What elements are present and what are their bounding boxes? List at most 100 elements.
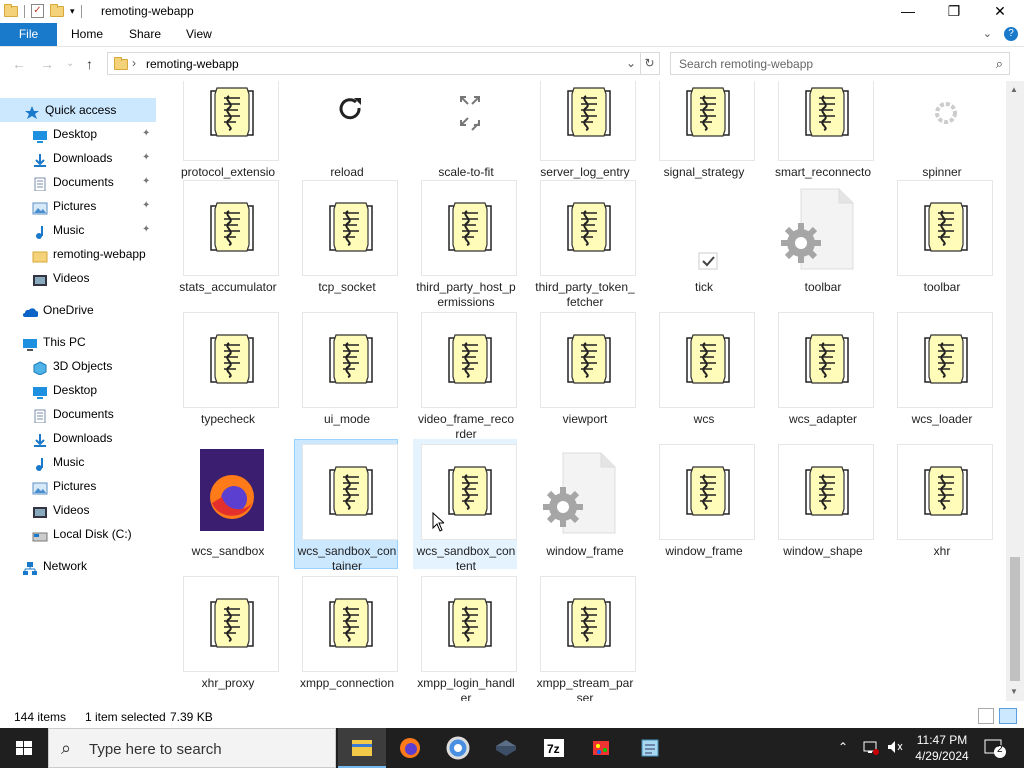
recent-locations-button[interactable]: ⌄ bbox=[66, 58, 74, 69]
file-item[interactable]: window_shape bbox=[773, 444, 877, 574]
nav-item-downloads[interactable]: Downloads ✦ bbox=[0, 146, 156, 170]
breadcrumb[interactable]: remoting-webapp bbox=[146, 57, 239, 71]
expand-ribbon-icon[interactable]: ⌄ bbox=[983, 27, 992, 41]
tray-chevron-icon[interactable]: ⌃ bbox=[838, 740, 848, 780]
file-item[interactable]: spinner bbox=[892, 81, 996, 195]
file-item[interactable]: viewport bbox=[535, 312, 639, 442]
forward-button[interactable]: → bbox=[40, 56, 54, 72]
tab-share[interactable]: Share bbox=[115, 23, 175, 46]
file-item[interactable]: wcs_sandbox bbox=[178, 444, 282, 574]
file-item[interactable]: server_log_entry bbox=[535, 81, 639, 195]
file-item[interactable]: window_frame bbox=[654, 444, 758, 574]
file-item[interactable]: third_party_token_fetcher bbox=[535, 180, 639, 310]
videos-icon bbox=[32, 271, 48, 286]
paint-icon[interactable] bbox=[578, 728, 626, 768]
nav-item-pc-music[interactable]: Music bbox=[0, 450, 156, 474]
help-icon[interactable]: ? bbox=[1004, 27, 1018, 41]
vertical-scrollbar[interactable]: ▲ ▼ bbox=[1006, 81, 1024, 701]
properties-icon[interactable]: ✓ bbox=[31, 4, 44, 18]
file-item[interactable]: signal_strategy bbox=[654, 81, 758, 195]
nav-item-music[interactable]: Music ✦ bbox=[0, 218, 156, 242]
maximize-button[interactable]: ❐ bbox=[931, 0, 977, 23]
file-item[interactable]: protocol_extension_manager bbox=[178, 81, 282, 195]
scroll-down-icon[interactable]: ▼ bbox=[1010, 687, 1018, 696]
customize-toolbar-icon[interactable]: ▾ bbox=[70, 6, 75, 17]
nav-item-pc-downloads[interactable]: Downloads bbox=[0, 426, 156, 450]
notepad-icon[interactable] bbox=[626, 728, 674, 768]
file-item[interactable]: scale-to-fit bbox=[416, 81, 520, 195]
nav-item-videos[interactable]: Videos bbox=[0, 266, 156, 290]
file-item[interactable]: ui_mode bbox=[297, 312, 401, 442]
scroll-up-icon[interactable]: ▲ bbox=[1010, 85, 1018, 94]
nav-item-this-pc[interactable]: This PC bbox=[0, 330, 156, 354]
taskbar-search[interactable]: ⌕ Type here to search bbox=[48, 728, 336, 768]
nav-item-pc-desktop[interactable]: Desktop bbox=[0, 378, 156, 402]
scrollbar-thumb[interactable] bbox=[1010, 557, 1020, 681]
nav-item-pc-3d-objects[interactable]: 3D Objects bbox=[0, 354, 156, 378]
file-item[interactable]: tick bbox=[654, 180, 758, 310]
tab-view[interactable]: View bbox=[172, 23, 226, 46]
file-item[interactable]: wcs_sandbox_content bbox=[413, 439, 520, 574]
nav-item-remoting-webapp[interactable]: remoting-webapp bbox=[0, 242, 156, 266]
chrome-icon[interactable] bbox=[434, 728, 482, 768]
window-title: remoting-webapp bbox=[101, 4, 194, 18]
file-item[interactable]: wcs_adapter bbox=[773, 312, 877, 442]
file-item[interactable]: wcs bbox=[654, 312, 758, 442]
script-icon bbox=[924, 334, 968, 384]
network-icon bbox=[22, 559, 38, 575]
nav-item-pc-videos[interactable]: Videos bbox=[0, 498, 156, 522]
file-item[interactable]: xmpp_stream_parser bbox=[535, 576, 639, 701]
search-input[interactable]: Search remoting-webapp ⌕ bbox=[670, 52, 1010, 75]
firefox-icon[interactable] bbox=[386, 728, 434, 768]
large-icons-view-icon[interactable] bbox=[999, 708, 1017, 724]
7zip-icon[interactable]: 7z bbox=[530, 728, 578, 768]
nav-item-onedrive[interactable]: OneDrive bbox=[0, 298, 156, 322]
nav-item-pictures[interactable]: Pictures ✦ bbox=[0, 194, 156, 218]
tab-file[interactable]: File bbox=[0, 23, 57, 46]
up-button[interactable]: ↑ bbox=[86, 56, 93, 72]
file-explorer-icon[interactable] bbox=[338, 728, 386, 768]
nav-item-network[interactable]: Network bbox=[0, 554, 156, 578]
nav-item-quick-access[interactable]: Quick access bbox=[0, 98, 156, 122]
minimize-button[interactable]: — bbox=[885, 0, 931, 23]
virtualbox-icon[interactable] bbox=[482, 728, 530, 768]
file-item[interactable]: wcs_sandbox_container bbox=[294, 439, 401, 574]
file-thumbnail bbox=[421, 81, 517, 161]
nav-item-documents[interactable]: Documents ✦ bbox=[0, 170, 156, 194]
file-item[interactable]: tcp_socket bbox=[297, 180, 401, 310]
network-icon[interactable] bbox=[862, 739, 880, 779]
file-item[interactable]: wcs_loader bbox=[892, 312, 996, 442]
back-button[interactable]: ← bbox=[12, 56, 26, 72]
start-button[interactable] bbox=[0, 728, 48, 768]
file-item[interactable]: third_party_host_permissions bbox=[416, 180, 520, 310]
file-item[interactable]: smart_reconnector bbox=[773, 81, 877, 195]
refresh-button[interactable]: ↻ bbox=[640, 52, 660, 75]
file-item[interactable]: toolbar bbox=[773, 180, 877, 310]
details-view-icon[interactable] bbox=[978, 708, 994, 724]
close-button[interactable]: ✕ bbox=[977, 0, 1023, 23]
nav-item-pc-pictures[interactable]: Pictures bbox=[0, 474, 156, 498]
volume-icon[interactable] bbox=[886, 739, 904, 779]
file-item[interactable]: typecheck bbox=[178, 312, 282, 442]
file-item[interactable]: xmpp_connection bbox=[297, 576, 401, 701]
new-folder-icon[interactable] bbox=[50, 3, 64, 17]
file-item[interactable]: video_frame_recorder bbox=[416, 312, 520, 442]
nav-item-desktop[interactable]: Desktop ✦ bbox=[0, 122, 156, 146]
file-item[interactable]: xhr bbox=[892, 444, 996, 574]
address-dropdown-icon[interactable]: ⌄ bbox=[626, 56, 636, 70]
search-icon: ⌕ bbox=[995, 56, 1003, 71]
file-item[interactable]: xmpp_login_handler bbox=[416, 576, 520, 701]
file-thumbnail bbox=[540, 312, 636, 408]
nav-item-pc-documents[interactable]: Documents bbox=[0, 402, 156, 426]
nav-item-pc-local-disk-c-[interactable]: Local Disk (C:) bbox=[0, 522, 156, 546]
file-item[interactable]: reload bbox=[297, 81, 401, 195]
notifications-button[interactable]: 2 bbox=[984, 738, 1006, 778]
file-item[interactable]: stats_accumulator bbox=[178, 180, 282, 310]
script-icon bbox=[567, 598, 611, 648]
clock[interactable]: 11:47 PM 4/29/2024 bbox=[912, 732, 972, 772]
file-item[interactable]: toolbar bbox=[892, 180, 996, 310]
file-item[interactable]: window_frame bbox=[535, 444, 639, 574]
address-path[interactable]: › remoting-webapp ⌄ bbox=[107, 52, 641, 75]
file-item[interactable]: xhr_proxy bbox=[178, 576, 282, 701]
tab-home[interactable]: Home bbox=[57, 23, 117, 46]
